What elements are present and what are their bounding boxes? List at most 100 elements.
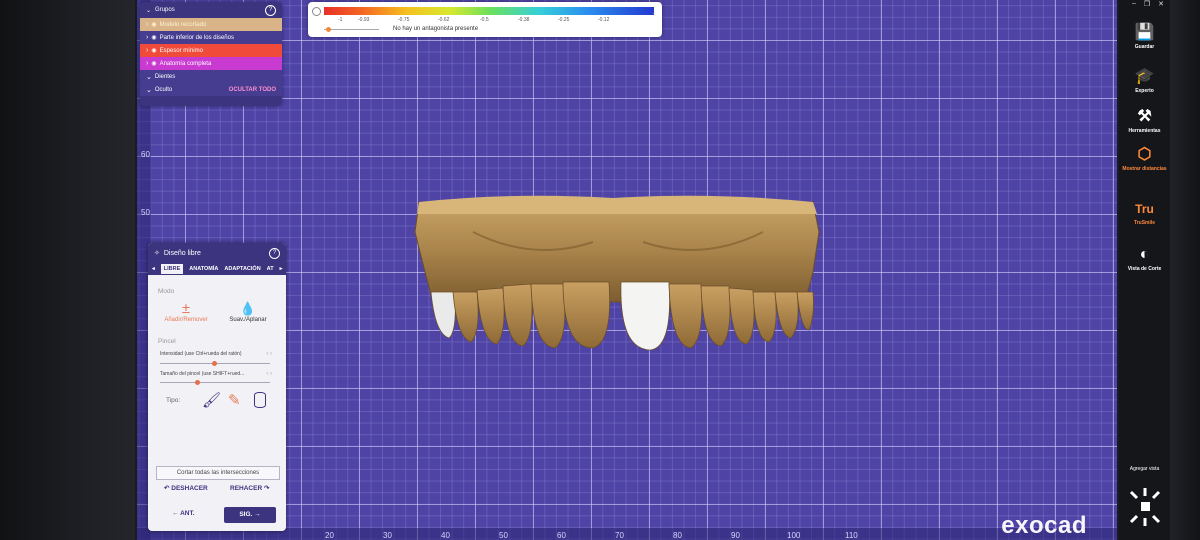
group-row-teeth[interactable]: ⌄ Dientes bbox=[140, 70, 282, 83]
next-button[interactable]: SIG. → bbox=[224, 507, 276, 523]
redo-button[interactable]: REHACER ↷ bbox=[230, 484, 269, 492]
chevron-right-icon: › bbox=[146, 60, 149, 67]
scale-settings-icon[interactable] bbox=[312, 7, 321, 16]
tab-adaptation[interactable]: ADAPTACIÓN bbox=[224, 266, 260, 272]
previous-button[interactable]: ← ANT. bbox=[172, 510, 195, 517]
ruler-tick: 20 bbox=[325, 531, 334, 540]
undo-button[interactable]: ↶ DESHACER bbox=[164, 484, 208, 492]
trusmile-button[interactable]: Tru TruSmile bbox=[1119, 200, 1170, 226]
brush-icon[interactable]: 🖌 bbox=[202, 391, 221, 409]
ruler-tick: 50 bbox=[499, 531, 508, 540]
toolbar-label: TruSmile bbox=[1133, 220, 1156, 226]
ruler-tick: 110 bbox=[845, 531, 858, 540]
cylinder-icon[interactable] bbox=[254, 392, 266, 408]
eye-icon[interactable]: ◉ bbox=[151, 21, 156, 28]
ruler-tick: 60 bbox=[141, 150, 150, 159]
brush-size-slider[interactable] bbox=[160, 382, 270, 383]
save-button[interactable]: 💾 Guardar bbox=[1119, 24, 1170, 50]
group-label: Espesor mínimo bbox=[159, 47, 203, 54]
scale-label: -0.62 bbox=[438, 17, 450, 23]
tools-button[interactable]: ⚒ Herramientas bbox=[1119, 108, 1170, 134]
undo-label: DESHACER bbox=[171, 485, 208, 492]
free-design-title: Diseño libre bbox=[163, 249, 201, 257]
scale-slider-knob[interactable] bbox=[326, 27, 331, 32]
mode-label: Añadir/Remover bbox=[164, 317, 208, 323]
restore-icon[interactable]: ❐ bbox=[1144, 0, 1150, 8]
chevron-down-icon: ⌄ bbox=[146, 86, 152, 94]
tab-at[interactable]: AT bbox=[267, 266, 274, 272]
help-icon[interactable]: ? bbox=[265, 4, 276, 16]
view-cube-icon[interactable] bbox=[1127, 486, 1163, 528]
monitor-bezel-right bbox=[1170, 0, 1200, 540]
close-icon[interactable]: ✕ bbox=[1158, 0, 1164, 8]
cut-all-intersections-button[interactable]: Cortar todas las intersecciones bbox=[156, 466, 280, 480]
help-icon[interactable]: ? bbox=[269, 247, 280, 259]
group-row-trimmed-model[interactable]: › ◉ Modelo recortado bbox=[140, 18, 282, 31]
chevron-down-icon: ⌄ bbox=[146, 7, 152, 14]
scale-label: -0.38 bbox=[518, 17, 530, 23]
group-row-min-thickness[interactable]: › ◉ Espesor mínimo bbox=[140, 44, 282, 57]
chevron-down-icon[interactable]: ⌄ bbox=[651, 9, 656, 16]
chevron-right-icon: › bbox=[146, 21, 149, 28]
toolbar-label: Guardar bbox=[1134, 44, 1155, 50]
toolbar-label: Mostrar distancias bbox=[1122, 166, 1167, 172]
ruler-tick: 70 bbox=[615, 531, 624, 540]
show-distances-button[interactable]: ⬡ Mostrar distancias bbox=[1119, 146, 1170, 172]
free-design-header: ✧ Diseño libre ? bbox=[148, 243, 286, 263]
expert-button[interactable]: 🎓 Experto bbox=[1119, 68, 1170, 94]
distance-icon: ⬡ bbox=[1137, 146, 1152, 163]
mode-section-label: Modo bbox=[158, 288, 175, 295]
chevron-right-icon: › bbox=[146, 34, 149, 41]
brush-size-stepper[interactable]: ‹ › bbox=[266, 371, 272, 377]
magic-wand-icon: ✧ bbox=[154, 250, 160, 257]
group-label: Oculto bbox=[154, 86, 173, 93]
chevron-right-icon: › bbox=[146, 47, 149, 54]
add-remove-mode-button[interactable]: ± Añadir/Remover bbox=[158, 300, 214, 324]
arrow-left-icon: ← bbox=[172, 510, 179, 517]
ruler-tick: 100 bbox=[787, 531, 801, 540]
intensity-stepper[interactable]: ‹ › bbox=[266, 351, 272, 357]
groups-header[interactable]: ⌄ Grupos ? bbox=[140, 2, 282, 18]
plus-minus-icon: ± bbox=[181, 300, 191, 317]
save-icon: 💾 bbox=[1134, 24, 1155, 41]
brush-section-label: Pincel bbox=[158, 338, 176, 345]
group-row-hidden[interactable]: ⌄ Oculto OCULTAR TODO bbox=[140, 83, 282, 96]
minimize-icon[interactable]: – bbox=[1132, 0, 1136, 8]
graduation-cap-icon: 🎓 bbox=[1134, 68, 1155, 85]
tab-scroll-right-icon[interactable]: ▸ bbox=[280, 266, 283, 272]
trusmile-icon: Tru bbox=[1135, 202, 1154, 216]
ruler-tick: 80 bbox=[673, 531, 682, 540]
redo-label: REHACER bbox=[230, 485, 263, 492]
dental-model[interactable] bbox=[413, 192, 823, 362]
add-view-label: Agregar vista bbox=[1129, 466, 1160, 472]
scale-slider-track[interactable] bbox=[324, 29, 379, 30]
chevron-down-icon: ⌄ bbox=[146, 73, 152, 81]
tools-icon: ⚒ bbox=[1137, 108, 1152, 125]
ruler-tick: 60 bbox=[557, 531, 566, 540]
smooth-flatten-mode-button[interactable]: 💧 Suav./Aplanar bbox=[220, 301, 276, 323]
group-row-full-anatomy[interactable]: › ◉ Anatomía completa bbox=[140, 57, 282, 70]
tab-free[interactable]: LIBRE bbox=[160, 264, 184, 274]
intensity-slider-knob[interactable] bbox=[212, 361, 217, 366]
type-label: Tipo: bbox=[166, 397, 181, 404]
eye-icon[interactable]: ◉ bbox=[151, 60, 156, 67]
ruler-tick: 40 bbox=[441, 531, 450, 540]
groups-title: Grupos bbox=[155, 7, 175, 13]
scale-label: -0.93 bbox=[358, 17, 370, 23]
paintbrush-icon[interactable]: ✎ bbox=[228, 391, 241, 409]
group-label: Modelo recortado bbox=[159, 21, 207, 28]
window-controls: – ❐ ✕ bbox=[1119, 0, 1170, 8]
hide-all-button[interactable]: OCULTAR TODO bbox=[229, 87, 276, 93]
right-toolbar: – ❐ ✕ 💾 Guardar 🎓 Experto ⚒ Herramientas… bbox=[1119, 0, 1170, 540]
eye-icon[interactable]: ◉ bbox=[151, 47, 156, 54]
tab-anatomy[interactable]: ANATOMÍA bbox=[189, 266, 218, 272]
arrow-right-icon: → bbox=[254, 511, 261, 518]
cut-view-button[interactable]: ◐ Vista de Corte bbox=[1119, 246, 1170, 272]
scale-label: -0.75 bbox=[398, 17, 410, 23]
scale-label: -0.25 bbox=[558, 17, 570, 23]
group-row-design-bottoms[interactable]: › ◉ Parte inferior de los diseños bbox=[140, 31, 282, 44]
eye-icon[interactable]: ◉ bbox=[151, 34, 156, 41]
groups-panel: ⌄ Grupos ? › ◉ Modelo recortado › ◉ Part… bbox=[140, 2, 282, 106]
brush-size-slider-knob[interactable] bbox=[195, 380, 200, 385]
tab-scroll-left-icon[interactable]: ◂ bbox=[152, 266, 155, 272]
